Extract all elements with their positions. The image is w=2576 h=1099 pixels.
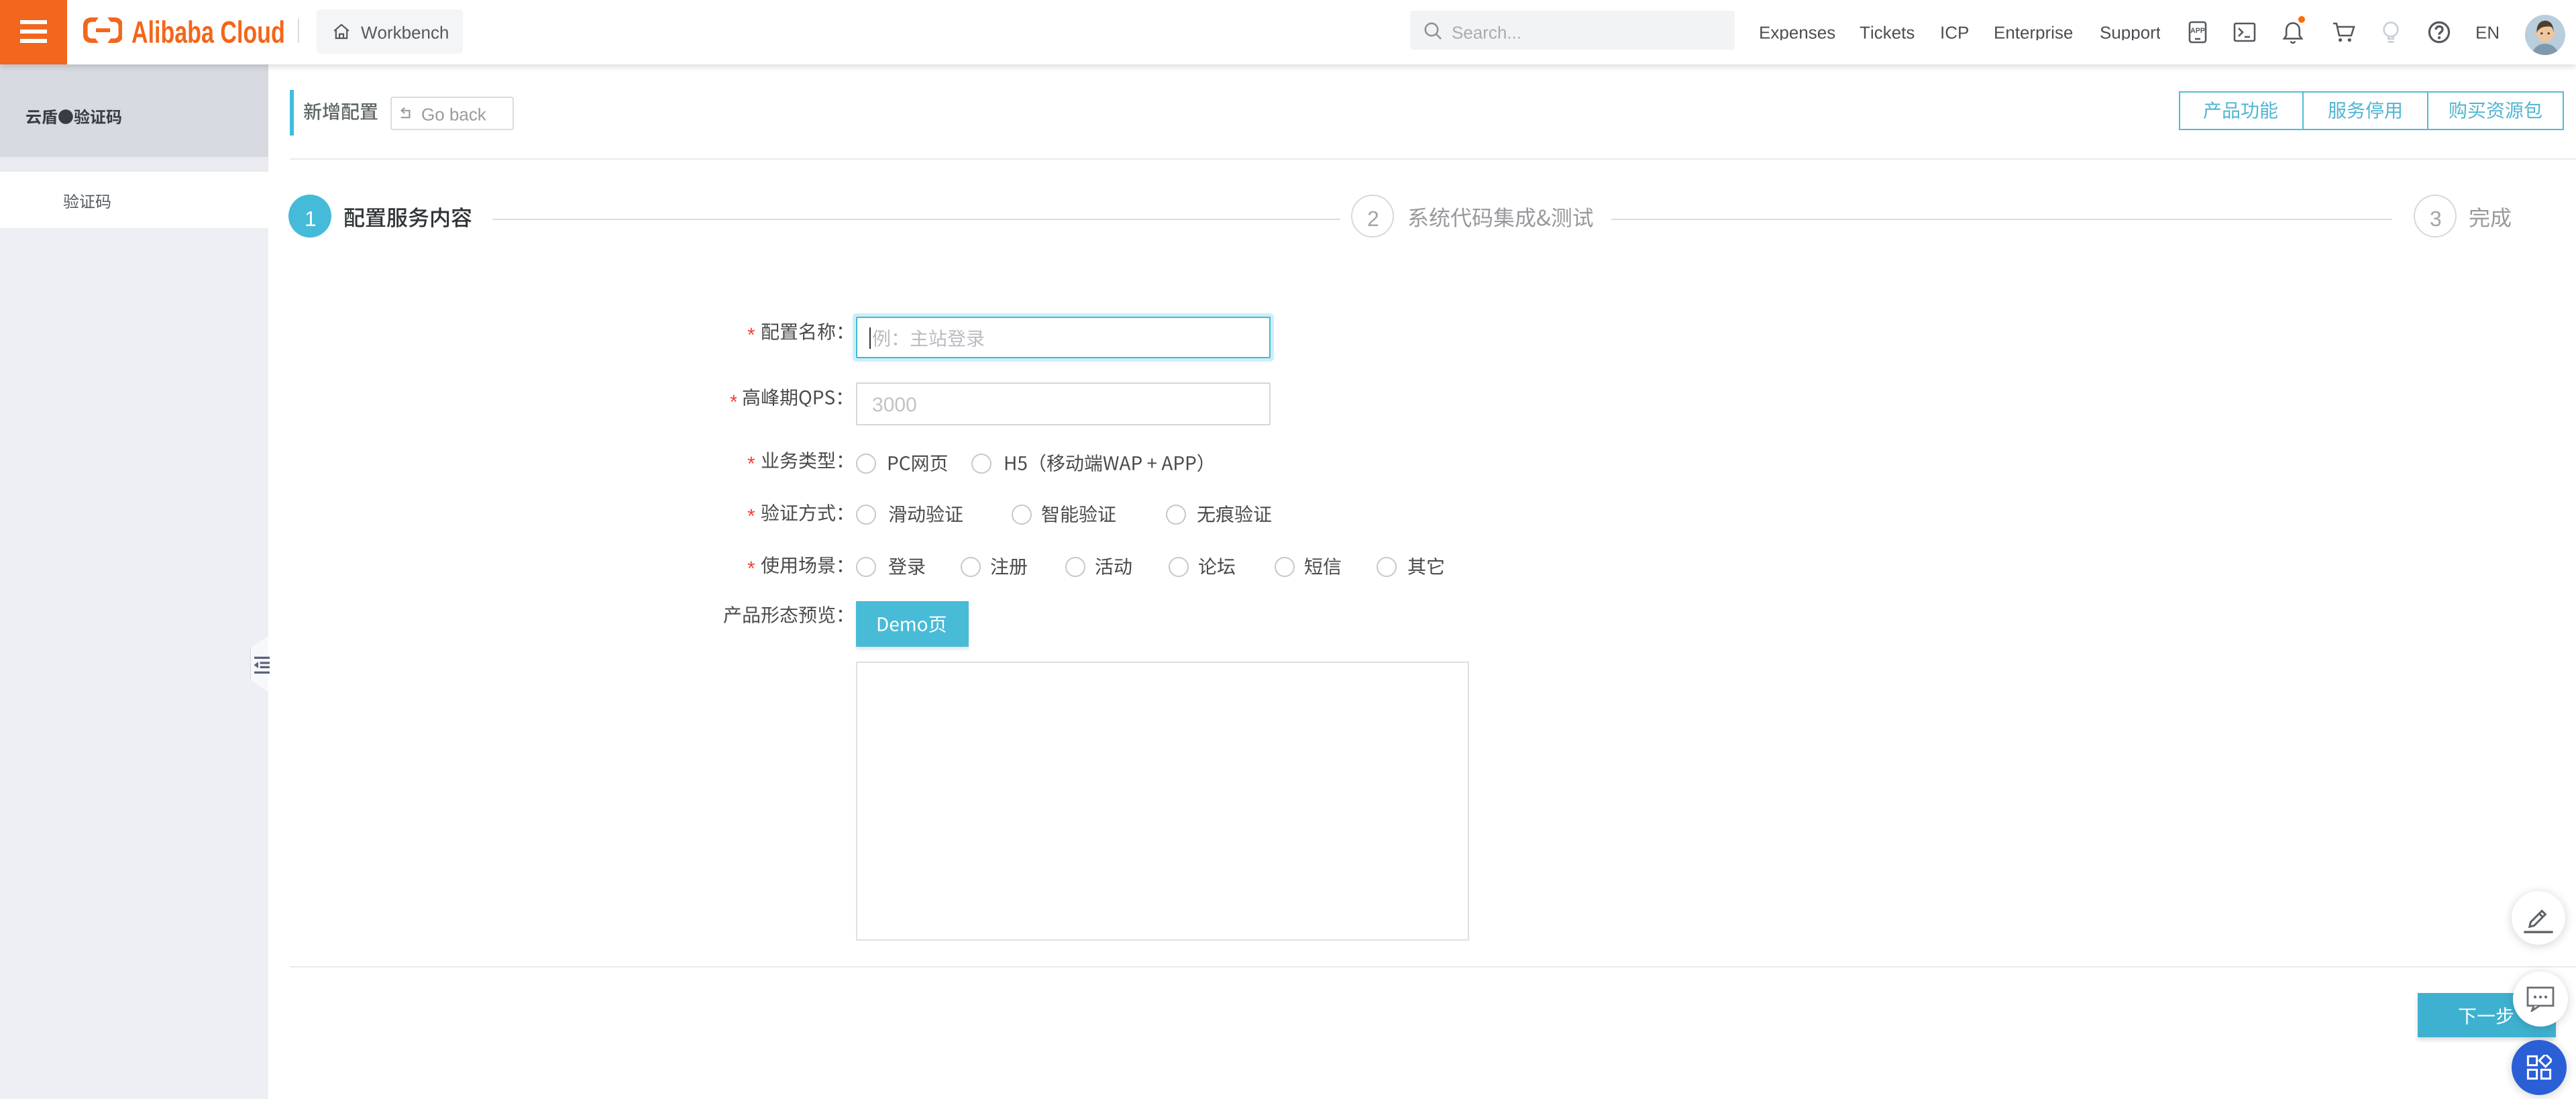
svg-text:APP: APP [2190, 26, 2205, 34]
